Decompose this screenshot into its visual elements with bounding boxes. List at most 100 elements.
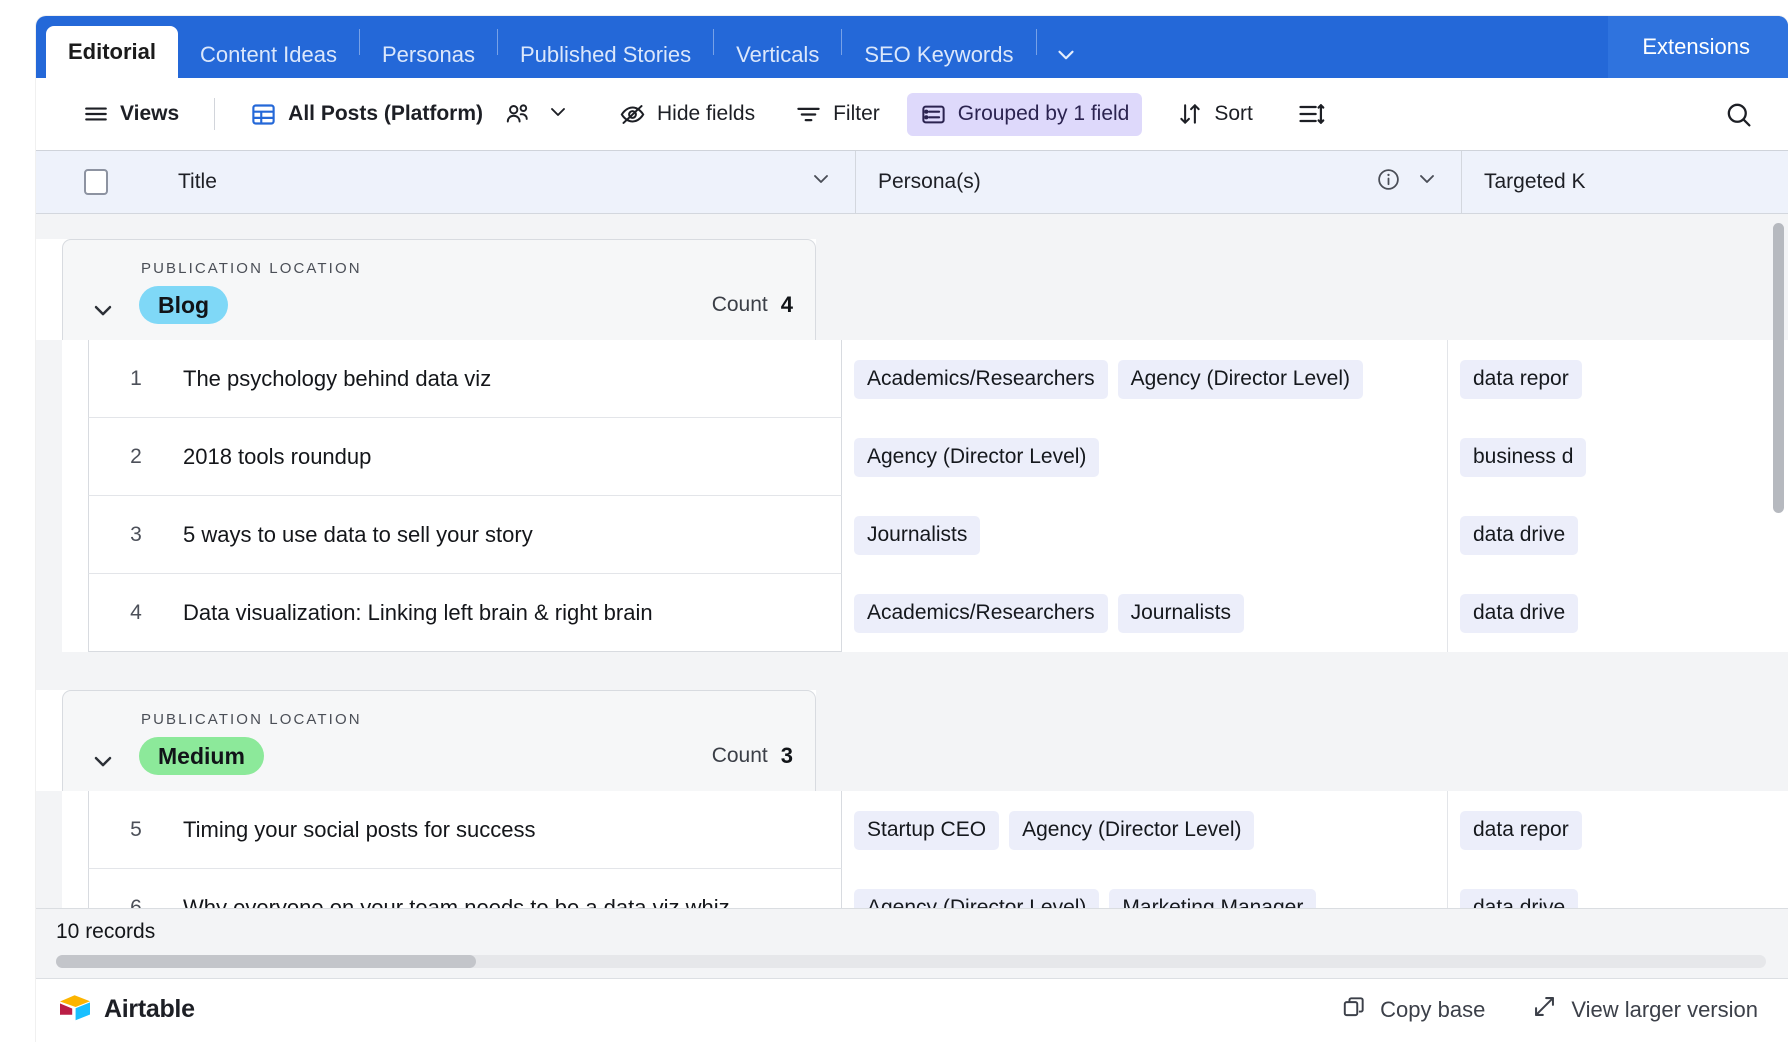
- persona-tag: Agency (Director Level): [1009, 810, 1255, 850]
- filter-label: Filter: [833, 102, 880, 125]
- group-header-content: PUBLICATION LOCATION Medium: [131, 711, 712, 775]
- persona-tag: Agency (Director Level): [1117, 359, 1364, 399]
- view-larger-button[interactable]: View larger version: [1531, 993, 1758, 1026]
- gap-left: [36, 652, 816, 690]
- table-row[interactable]: 2 2018 tools roundup Agency (Director Le…: [36, 418, 1788, 496]
- tab-label: Personas: [382, 42, 475, 67]
- group-field-label: PUBLICATION LOCATION: [141, 711, 362, 728]
- table-row[interactable]: 5 Timing your social posts for success S…: [36, 791, 1788, 869]
- row-primary-cells[interactable]: 4 Data visualization: Linking left brain…: [88, 574, 842, 652]
- extensions-button[interactable]: Extensions: [1608, 16, 1788, 78]
- row-height-button[interactable]: [1284, 92, 1338, 136]
- row-title[interactable]: Data visualization: Linking left brain &…: [183, 600, 653, 626]
- grid-footer: 10 records: [36, 908, 1788, 978]
- row-keyword-cell[interactable]: data drive: [1448, 496, 1788, 574]
- column-header-title[interactable]: Title: [156, 151, 856, 213]
- row-primary-cells[interactable]: 2 2018 tools roundup: [88, 418, 842, 496]
- row-personas-cell[interactable]: Agency (Director Level): [842, 418, 1448, 496]
- group-header-blog[interactable]: PUBLICATION LOCATION Blog Count 4: [36, 239, 1788, 340]
- row-rail: [36, 791, 62, 869]
- search-button[interactable]: [1711, 92, 1766, 137]
- copy-base-button[interactable]: Copy base: [1341, 994, 1485, 1026]
- horizontal-scrollbar[interactable]: [56, 954, 1766, 968]
- people-icon[interactable]: [500, 101, 536, 127]
- row-title[interactable]: Why everyone on your team needs to be a …: [183, 895, 730, 909]
- tab-seo-keywords[interactable]: SEO Keywords: [842, 32, 1035, 78]
- views-button[interactable]: Views: [70, 93, 192, 135]
- row-keyword-cell[interactable]: data drive: [1448, 574, 1788, 652]
- tab-label: Content Ideas: [200, 42, 337, 67]
- row-personas-cell[interactable]: Academics/Researchers Agency (Director L…: [842, 340, 1448, 418]
- select-all-checkbox[interactable]: [84, 169, 108, 195]
- row-personas-cell[interactable]: Startup CEO Agency (Director Level): [842, 791, 1448, 869]
- tab-published-stories[interactable]: Published Stories: [498, 32, 713, 78]
- view-options-caret[interactable]: [540, 94, 576, 135]
- row-primary-cells[interactable]: 5 Timing your social posts for success: [88, 791, 842, 869]
- row-number: 4: [130, 600, 142, 624]
- row-primary-cells[interactable]: 3 5 ways to use data to sell your story: [88, 496, 842, 574]
- row-personas-cell[interactable]: Academics/Researchers Journalists: [842, 574, 1448, 652]
- info-icon[interactable]: [1376, 167, 1401, 198]
- persona-tag: Journalists: [1117, 593, 1244, 633]
- group-header-inner[interactable]: PUBLICATION LOCATION Blog Count 4: [62, 239, 816, 340]
- tab-label: Published Stories: [519, 42, 692, 67]
- row-title[interactable]: The psychology behind data viz: [183, 366, 491, 392]
- row-primary-cells[interactable]: 1 The psychology behind data viz: [88, 340, 842, 418]
- row-title[interactable]: 2018 tools roundup: [183, 444, 371, 470]
- row-keyword-cell[interactable]: data repor: [1448, 340, 1788, 418]
- more-tables-button[interactable]: [1037, 32, 1095, 78]
- chevron-down-icon: [546, 100, 570, 129]
- column-keyword-label: Targeted K: [1484, 170, 1586, 193]
- eye-off-icon: [619, 101, 646, 128]
- row-keyword-cell[interactable]: business d: [1448, 418, 1788, 496]
- gap-right: [816, 652, 1788, 690]
- row-keyword-cell[interactable]: data drive: [1448, 869, 1788, 908]
- group-gap: [36, 652, 1788, 690]
- group-value-pill-blog: Blog: [139, 286, 229, 324]
- persona-tag: Journalists: [854, 515, 981, 555]
- current-view-button[interactable]: All Posts (Platform): [237, 93, 496, 136]
- table-row[interactable]: 1 The psychology behind data viz Academi…: [36, 340, 1788, 418]
- group-header-inner[interactable]: PUBLICATION LOCATION Medium Count 3: [62, 690, 816, 791]
- brand-bar: Airtable Copy base View larger version: [36, 978, 1788, 1040]
- row-keyword-cell[interactable]: data repor: [1448, 791, 1788, 869]
- group-button[interactable]: Grouped by 1 field: [906, 92, 1143, 136]
- tab-personas[interactable]: Personas: [360, 32, 497, 78]
- view-larger-label: View larger version: [1571, 996, 1758, 1022]
- row-title[interactable]: 5 ways to use data to sell your story: [183, 522, 533, 548]
- expand-diagonal-icon: [1531, 993, 1558, 1026]
- group-value-pill-medium: Medium: [139, 737, 264, 775]
- column-header-personas[interactable]: Persona(s): [856, 151, 1462, 213]
- column-header-actions: [1376, 167, 1439, 198]
- persona-tag: Marketing Manager: [1109, 888, 1317, 908]
- row-personas-cell[interactable]: Agency (Director Level) Marketing Manage…: [842, 869, 1448, 908]
- table-row[interactable]: 3 5 ways to use data to sell your story …: [36, 496, 1788, 574]
- group-header-medium[interactable]: PUBLICATION LOCATION Medium Count 3: [36, 690, 1788, 791]
- group-field-label: PUBLICATION LOCATION: [141, 260, 362, 277]
- record-count: 10 records: [56, 919, 156, 943]
- chevron-down-icon[interactable]: [1415, 167, 1439, 197]
- tab-label: SEO Keywords: [864, 42, 1014, 67]
- row-personas-cell[interactable]: Journalists: [842, 496, 1448, 574]
- group-gap: [36, 214, 1788, 239]
- hide-fields-button[interactable]: Hide fields: [606, 93, 768, 136]
- chevron-down-icon: [1053, 42, 1079, 68]
- persona-tag: Agency (Director Level): [854, 888, 1100, 908]
- row-title[interactable]: Timing your social posts for success: [183, 817, 536, 843]
- group-collapse-toggle-medium[interactable]: [89, 711, 131, 780]
- column-header-targeted-keyword[interactable]: Targeted K: [1462, 151, 1788, 213]
- grid-header-row: Title Persona(s) Targeted K: [36, 151, 1788, 214]
- filter-button[interactable]: Filter: [782, 93, 893, 136]
- group-collapse-toggle-blog[interactable]: [89, 260, 131, 329]
- tab-content-ideas[interactable]: Content Ideas: [178, 32, 359, 78]
- vertical-scrollbar[interactable]: [1773, 223, 1784, 513]
- tab-editorial[interactable]: Editorial: [46, 26, 179, 78]
- tab-verticals[interactable]: Verticals: [714, 32, 841, 78]
- sort-button[interactable]: Sort: [1164, 93, 1266, 135]
- chevron-down-icon[interactable]: [809, 167, 833, 197]
- select-all-cell[interactable]: [36, 151, 156, 213]
- row-primary-cells[interactable]: 6 Why everyone on your team needs to be …: [88, 869, 842, 908]
- table-row[interactable]: 4 Data visualization: Linking left brain…: [36, 574, 1788, 652]
- table-row[interactable]: 6 Why everyone on your team needs to be …: [36, 869, 1788, 908]
- horizontal-scrollbar-thumb[interactable]: [56, 954, 476, 968]
